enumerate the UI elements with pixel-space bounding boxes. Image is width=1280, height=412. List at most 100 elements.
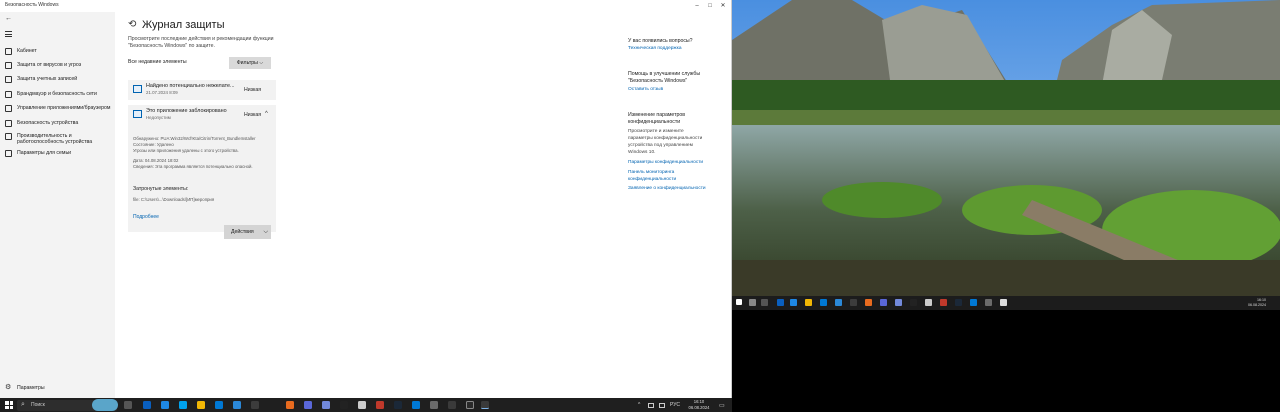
sidebar-item-label-line2: работоспособность устройства	[17, 139, 93, 145]
main-content: ⟲ Журнал защиты Просмотрите последние де…	[115, 12, 732, 398]
privacy-statement-link[interactable]: Заявление о конфиденциальности	[628, 186, 706, 193]
heart-icon	[5, 133, 12, 140]
minimize-button[interactable]: –	[690, 0, 704, 12]
volume-icon[interactable]	[659, 403, 665, 408]
search-input[interactable]	[31, 401, 91, 409]
taskbar-app-icon[interactable]	[340, 401, 348, 409]
taskbar-app-icon[interactable]	[955, 299, 962, 306]
detail-status: Состояние: Удалено	[133, 142, 174, 147]
protection-history-item[interactable]: Найдено потенциально нежелате... 21.07.2…	[128, 80, 276, 100]
search-icon[interactable]	[749, 299, 756, 306]
folder-icon[interactable]	[197, 401, 205, 409]
taskbar-app-icon[interactable]	[850, 299, 857, 306]
threat-warning-icon	[133, 85, 142, 93]
app-browser-icon	[5, 105, 12, 112]
edge-icon[interactable]	[161, 401, 169, 409]
taskbar-app-icon[interactable]	[304, 401, 312, 409]
steam-icon[interactable]	[430, 401, 438, 409]
taskbar-app-icon[interactable]	[820, 299, 827, 306]
protection-history-item-expanded: Это приложение заблокировано Недопустим …	[128, 105, 276, 239]
gear-icon: ⚙	[5, 384, 12, 391]
sidebar-item-device-performance[interactable]: Производительность и работоспособность у…	[0, 131, 115, 147]
maximize-button[interactable]: □	[703, 0, 717, 12]
folder-icon[interactable]	[805, 299, 812, 306]
filters-button[interactable]: Фильтры ⌵	[229, 57, 271, 69]
actions-button[interactable]: Действия ⌵	[224, 225, 271, 239]
taskbar-app-icon[interactable]	[215, 401, 223, 409]
privacy-dashboard-link-line2[interactable]: конфиденциальности	[628, 177, 676, 184]
sidebar-item-app-browser-control[interactable]: Управление приложениями/браузером	[0, 103, 115, 115]
more-info-link[interactable]: Подробнее	[133, 214, 159, 220]
secondary-date: 06.08.2024	[1248, 302, 1266, 307]
close-button[interactable]: ✕	[716, 0, 730, 12]
firefox-icon[interactable]	[286, 401, 294, 409]
search-highlight-image	[92, 399, 118, 411]
desktop: Безопасность Windows – □ ✕ ← Кабинет Защ…	[0, 0, 1280, 412]
taskbar-app-icon[interactable]	[925, 299, 932, 306]
sidebar-item-family-options[interactable]: Параметры для семьи	[0, 148, 115, 160]
sidebar-item-device-security[interactable]: Безопасность устройства	[0, 118, 115, 130]
taskbar-app-icon[interactable]	[940, 299, 947, 306]
taskbar-app-icon[interactable]	[895, 299, 902, 306]
secondary-clock[interactable]: 16:10 06.08.2024	[1248, 298, 1266, 307]
sidebar-item-home[interactable]: Кабинет	[0, 46, 115, 58]
taskbar-app-icon[interactable]	[985, 299, 992, 306]
detail-date: Дата: 04.08.2024 18:02	[133, 158, 179, 163]
taskbar-app-icon[interactable]	[466, 401, 474, 409]
detail-removed: Угрозы или приложения удалены с этого ус…	[133, 148, 239, 153]
sidebar-item-firewall[interactable]: Брандмауэр и безопасность сети	[0, 89, 115, 101]
taskbar-app-icon[interactable]	[358, 401, 366, 409]
task-view-icon[interactable]	[761, 299, 768, 306]
history-icon: ⟲	[128, 19, 137, 30]
chevron-up-icon[interactable]: ^	[265, 111, 268, 117]
taskbar-app-icon[interactable]	[233, 401, 241, 409]
task-view-icon[interactable]	[124, 401, 132, 409]
sidebar-item-settings[interactable]: ⚙ Параметры	[0, 382, 115, 394]
taskbar-app-icon[interactable]	[412, 401, 420, 409]
notification-icon[interactable]: ▭	[719, 402, 725, 409]
family-icon	[5, 150, 12, 157]
privacy-text: Windows 10.	[628, 150, 656, 155]
taskbar-app-icon[interactable]	[143, 401, 151, 409]
hamburger-menu-icon[interactable]	[5, 31, 12, 39]
taskbar-app-icon[interactable]	[179, 401, 187, 409]
sidebar-item-account-protection[interactable]: Защита учетных записей	[0, 74, 115, 86]
clock-date: 06.08.2024	[688, 404, 710, 410]
taskbar-app-icon[interactable]	[790, 299, 797, 306]
taskbar: ⌕ ^ РУС 16:10 06.08.2024	[0, 398, 732, 412]
window-title: Безопасность Windows	[5, 2, 59, 8]
taskbar-app-icon[interactable]	[835, 299, 842, 306]
sidebar-item-label: Защита учетных записей	[17, 76, 78, 82]
network-icon[interactable]	[648, 403, 654, 408]
item-title: Это приложение заблокировано	[146, 108, 227, 114]
filters-button-label: Фильтры	[236, 60, 258, 66]
taskbar-app-icon[interactable]	[448, 401, 456, 409]
privacy-settings-link[interactable]: Параметры конфиденциальности	[628, 160, 703, 167]
give-feedback-link[interactable]: Оставить отзыв	[628, 87, 663, 94]
taskbar-app-icon[interactable]	[910, 299, 917, 306]
privacy-heading-line2: конфиденциальности	[628, 119, 681, 125]
taskbar-app-icon[interactable]	[777, 299, 784, 306]
taskbar-clock[interactable]: 16:10 06.08.2024	[686, 399, 712, 410]
tech-support-link[interactable]: Техническая поддержка	[628, 46, 682, 53]
taskbar-app-icon[interactable]	[880, 299, 887, 306]
sidebar-item-label: Параметры для семьи	[17, 150, 72, 156]
page-description: Просмотрите последние действия и рекомен…	[128, 36, 274, 49]
privacy-dashboard-link[interactable]: Панель мониторинга	[628, 170, 674, 177]
start-button-icon[interactable]	[5, 401, 13, 409]
taskbar-app-icon[interactable]	[970, 299, 977, 306]
back-arrow-icon[interactable]: ←	[5, 15, 12, 22]
discord-icon[interactable]	[322, 401, 330, 409]
privacy-text: устройства под управлением	[628, 143, 693, 148]
keyboard-language[interactable]: РУС	[670, 402, 680, 408]
start-button-icon[interactable]	[736, 299, 742, 305]
security-shield-icon[interactable]	[481, 401, 489, 409]
sidebar-item-virus-protection[interactable]: Защита от вирусов и угроз	[0, 60, 115, 72]
taskbar-app-icon[interactable]	[394, 401, 402, 409]
taskbar-app-icon[interactable]	[865, 299, 872, 306]
security-shield-icon[interactable]	[1000, 299, 1007, 306]
home-icon	[5, 48, 12, 55]
taskbar-app-icon[interactable]	[251, 401, 259, 409]
tray-overflow-icon[interactable]: ^	[638, 402, 640, 408]
taskbar-app-icon[interactable]	[376, 401, 384, 409]
